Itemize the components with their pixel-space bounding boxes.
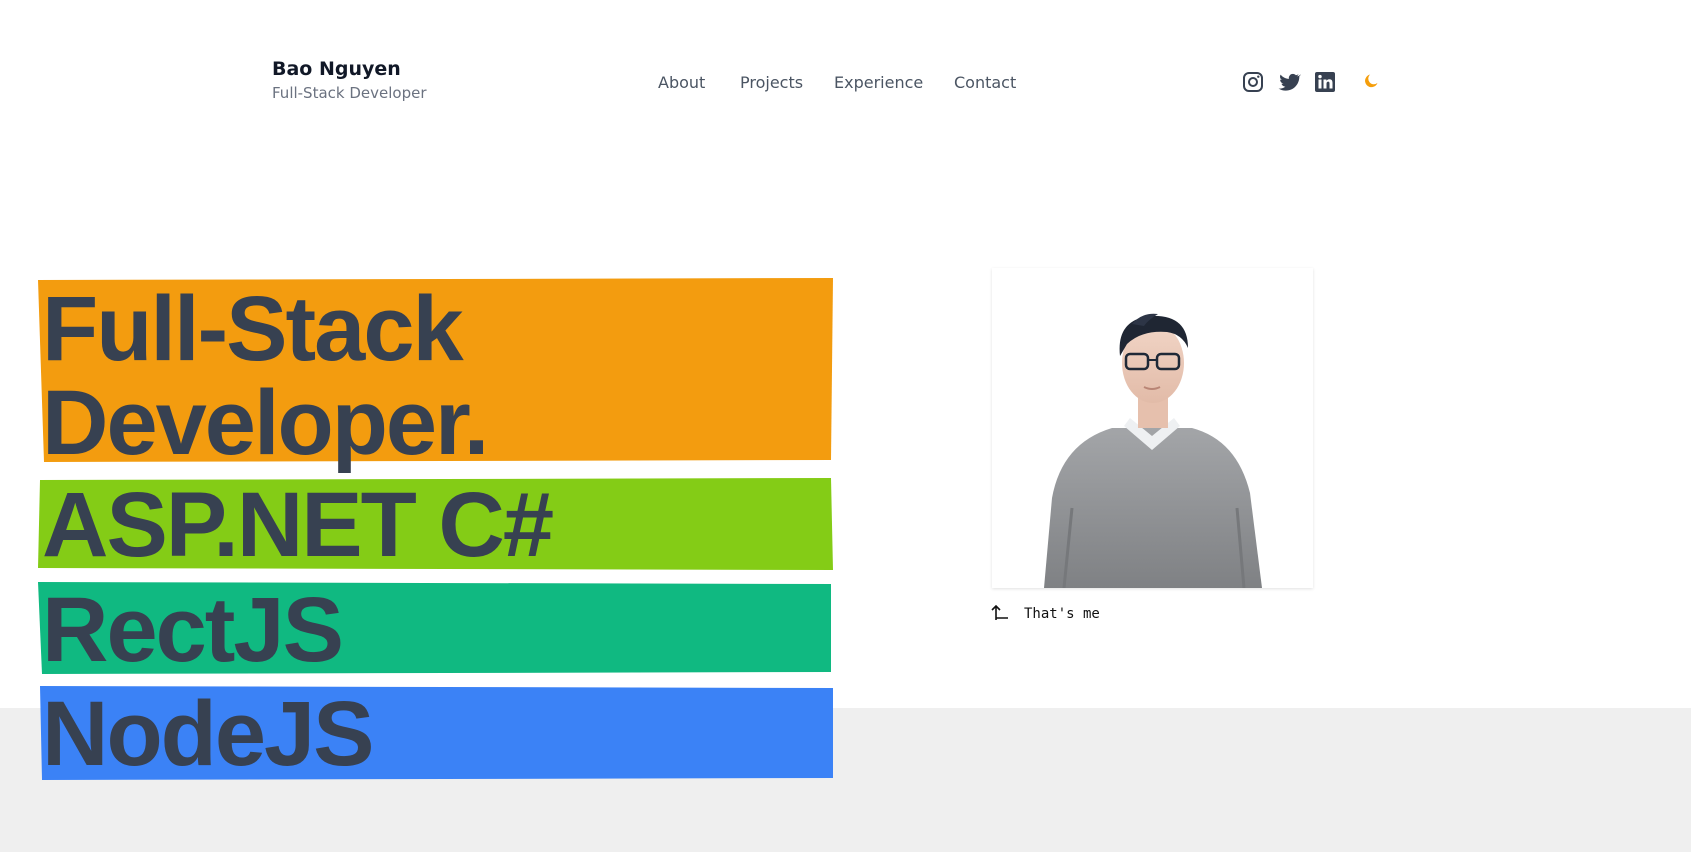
site-header: Bao Nguyen Full-Stack Developer About Pr… bbox=[0, 0, 1691, 160]
hero-line-aspnet: ASP.NET C# bbox=[42, 474, 554, 576]
hero-line-developer: Developer. bbox=[42, 372, 489, 474]
avatar-image bbox=[1044, 313, 1262, 588]
avatar-caption: That's me bbox=[1024, 606, 1100, 622]
brand[interactable]: Bao Nguyen Full-Stack Developer bbox=[272, 56, 427, 103]
hero-line-nodejs: NodeJS bbox=[42, 683, 375, 785]
linkedin-icon[interactable] bbox=[1313, 70, 1337, 94]
hero-line-rectjs: RectJS bbox=[42, 579, 344, 681]
site-role: Full-Stack Developer bbox=[272, 84, 427, 102]
nav-link-contact[interactable]: Contact bbox=[954, 72, 1016, 94]
instagram-icon[interactable] bbox=[1241, 70, 1265, 94]
nav-link-experience[interactable]: Experience bbox=[834, 72, 923, 94]
nav-link-about[interactable]: About bbox=[658, 72, 705, 94]
hero-line-full-stack: Full-Stack bbox=[42, 278, 464, 380]
avatar-card bbox=[992, 268, 1313, 588]
site-name: Bao Nguyen bbox=[272, 58, 401, 80]
moon-icon[interactable] bbox=[1362, 72, 1380, 90]
twitter-icon[interactable] bbox=[1277, 70, 1301, 94]
nav-link-projects[interactable]: Projects bbox=[740, 72, 803, 94]
up-left-arrow-icon bbox=[991, 604, 1008, 620]
